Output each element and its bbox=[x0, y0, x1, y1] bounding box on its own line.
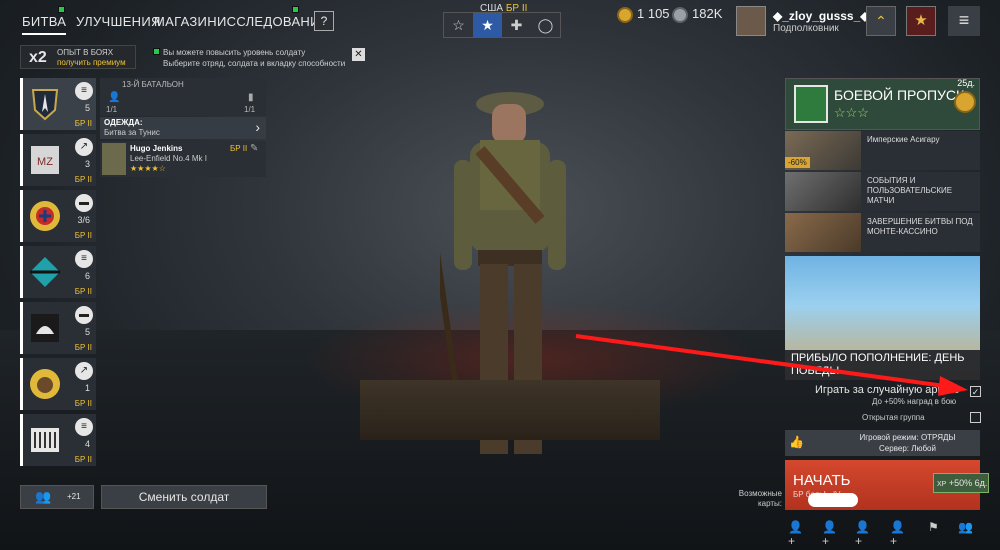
red-arrow-annotation bbox=[575, 334, 968, 396]
